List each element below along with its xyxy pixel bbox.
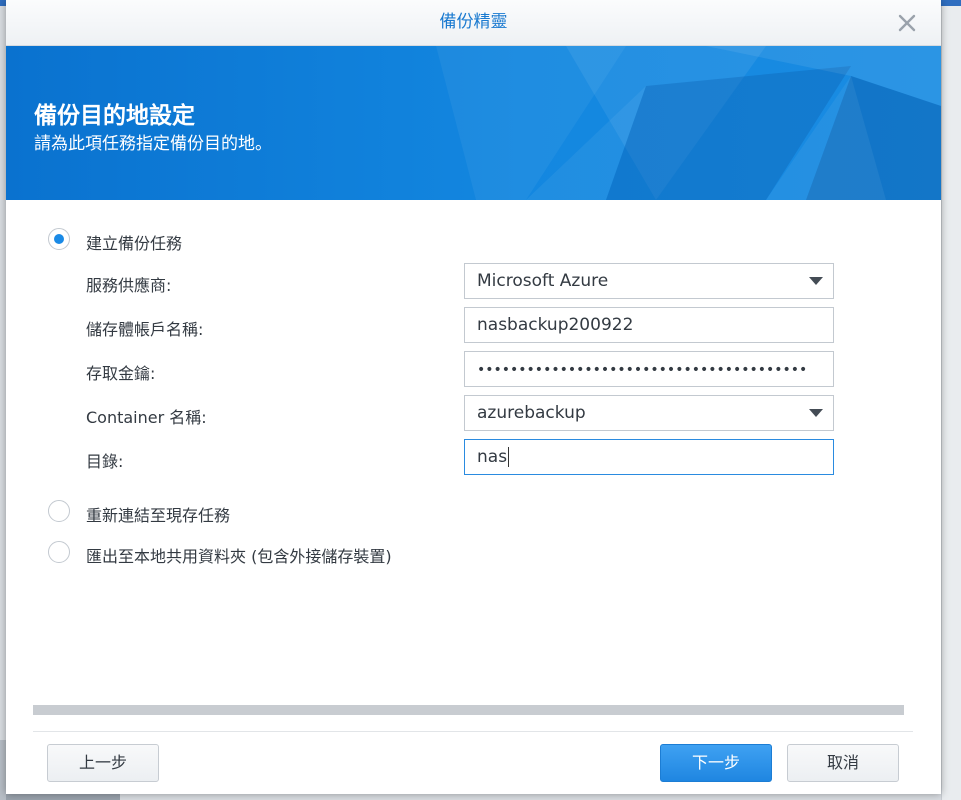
create-task-label[interactable]: 建立備份任務 <box>86 230 182 254</box>
close-button[interactable] <box>892 8 922 38</box>
banner-subtitle: 請為此項任務指定備份目的地。 <box>34 134 272 154</box>
provider-select[interactable]: Microsoft Azure <box>464 263 834 299</box>
background-taskbar <box>6 794 120 800</box>
backup-wizard-dialog: 備份精靈 備份目的地設定 請為此項任務指定備份目的地。 建立備份任務 服務供應商… <box>6 0 941 794</box>
relink-task-radio[interactable] <box>48 500 70 522</box>
account-name-value: nasbackup200922 <box>477 315 634 335</box>
access-key-label: 存取金鑰: <box>86 364 156 383</box>
access-key-value: •••••••••••••••••••••••••••••••••••••••• <box>477 362 808 378</box>
access-key-input[interactable]: •••••••••••••••••••••••••••••••••••••••• <box>464 351 834 387</box>
provider-label: 服務供應商: <box>86 276 172 295</box>
chevron-down-icon <box>809 277 823 285</box>
container-name-label: Container 名稱: <box>86 408 207 427</box>
banner-title: 備份目的地設定 <box>34 103 195 129</box>
header-banner: 備份目的地設定 請為此項任務指定備份目的地。 <box>6 46 941 200</box>
dialog-title: 備份精靈 <box>439 12 508 32</box>
background-app-panel <box>941 6 961 800</box>
cancel-button[interactable]: 取消 <box>787 744 899 782</box>
next-button[interactable]: 下一步 <box>660 744 772 782</box>
back-button[interactable]: 上一步 <box>47 744 159 782</box>
export-local-radio[interactable] <box>48 541 70 563</box>
account-name-input[interactable]: nasbackup200922 <box>464 307 834 343</box>
footer-divider <box>33 731 913 732</box>
directory-input[interactable]: nas <box>464 439 834 475</box>
close-icon <box>898 14 916 32</box>
container-value: azurebackup <box>477 403 586 423</box>
relink-task-label[interactable]: 重新連結至現存任務 <box>86 502 230 526</box>
container-select[interactable]: azurebackup <box>464 395 834 431</box>
wizard-progress-fill <box>33 705 904 715</box>
directory-label: 目錄: <box>86 452 124 471</box>
account-name-label: 儲存體帳戶名稱: <box>86 320 204 339</box>
directory-value: nas <box>477 447 508 467</box>
provider-value: Microsoft Azure <box>477 271 609 291</box>
create-task-radio[interactable] <box>48 228 70 250</box>
dialog-titlebar[interactable]: 備份精靈 <box>6 0 941 46</box>
chevron-down-icon <box>809 409 823 417</box>
export-local-label[interactable]: 匯出至本地共用資料夾 (包含外接儲存裝置) <box>86 543 392 567</box>
text-caret <box>508 447 510 467</box>
wizard-progress-bar <box>33 705 904 715</box>
